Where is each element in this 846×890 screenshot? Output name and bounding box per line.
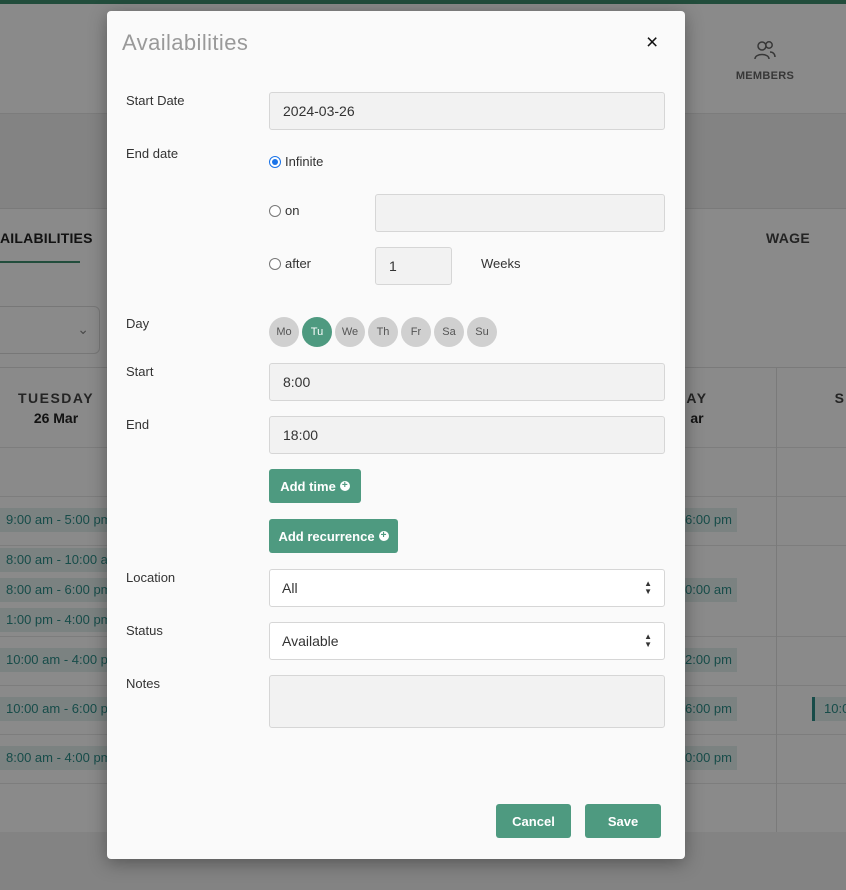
availabilities-modal: Availabilities × Start Date 2024-03-26 E… [107, 11, 685, 859]
day-toggle-su[interactable]: Su [467, 317, 497, 347]
location-label: Location [126, 570, 176, 585]
end-on-label: on [285, 203, 300, 218]
end-after-weeks-input[interactable]: 1 [375, 247, 452, 285]
day-toggle-sa[interactable]: Sa [434, 317, 464, 347]
day-toggle-tu[interactable]: Tu [302, 317, 332, 347]
end-on-radio[interactable] [269, 204, 281, 217]
select-arrows-icon: ▲ ▼ [644, 632, 652, 649]
location-value: All [282, 580, 298, 596]
end-on-date-input[interactable] [375, 194, 665, 232]
end-after-label: after [285, 256, 312, 271]
status-select[interactable]: Available ▲ ▼ [269, 622, 665, 660]
day-toggle-mo[interactable]: Mo [269, 317, 299, 347]
end-after-radio[interactable] [269, 257, 281, 270]
weeks-unit-label: Weeks [481, 256, 521, 271]
select-arrows-icon: ▲ ▼ [644, 579, 652, 596]
status-value: Available [282, 633, 339, 649]
day-label: Day [126, 316, 150, 331]
notes-textarea[interactable] [269, 675, 665, 728]
end-time-label: End [126, 417, 150, 432]
status-label: Status [126, 623, 163, 638]
add-recurrence-button[interactable]: Add recurrence + [269, 519, 398, 553]
modal-title: Availabilities [122, 30, 249, 55]
start-date-label: Start Date [126, 93, 185, 108]
start-time-label: Start [126, 364, 154, 379]
add-time-button[interactable]: Add time + [269, 469, 361, 503]
plus-circle-icon: + [339, 481, 350, 491]
day-toggle-we[interactable]: We [335, 317, 365, 347]
end-after-option[interactable]: after [269, 256, 311, 271]
end-on-option[interactable]: on [269, 203, 299, 218]
add-time-label: Add time [280, 478, 336, 494]
start-time-input[interactable]: 8:00 [269, 363, 665, 401]
notes-label: Notes [126, 676, 160, 691]
day-toggle-th[interactable]: Th [368, 317, 398, 347]
plus-circle-icon: + [378, 531, 389, 541]
end-infinite-label: Infinite [285, 154, 324, 169]
end-time-input[interactable]: 18:00 [269, 416, 665, 454]
add-recurrence-label: Add recurrence [278, 528, 375, 544]
end-infinite-option[interactable]: Infinite [269, 154, 323, 169]
end-infinite-radio[interactable] [269, 155, 281, 168]
save-button[interactable]: Save [585, 804, 661, 838]
cancel-button[interactable]: Cancel [496, 804, 571, 838]
day-selector: Mo Tu We Th Fr Sa Su [269, 317, 497, 347]
end-date-label: End date [126, 146, 179, 161]
location-select[interactable]: All ▲ ▼ [269, 569, 665, 607]
day-toggle-fr[interactable]: Fr [401, 317, 431, 347]
close-icon[interactable]: × [646, 32, 658, 53]
start-date-input[interactable]: 2024-03-26 [269, 92, 665, 130]
